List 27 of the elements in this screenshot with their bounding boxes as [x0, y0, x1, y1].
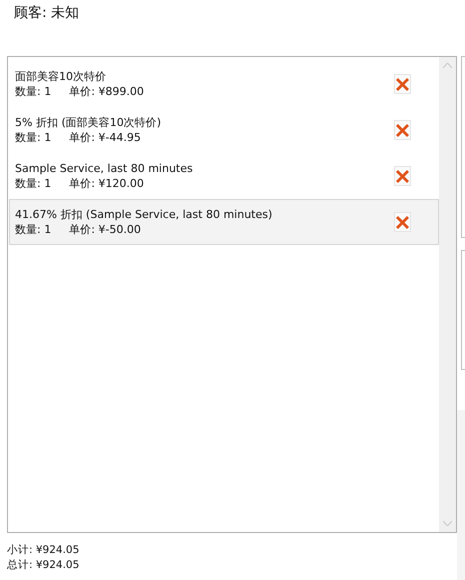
delete-button[interactable] — [394, 166, 411, 186]
delete-icon — [396, 78, 409, 90]
item-price: 单价: ¥120.00 — [69, 176, 144, 191]
item-quantity: 数量: 1 — [15, 176, 52, 191]
cart-item[interactable]: 5% 折扣 (面部美容10次特价) 数量: 1 单价: ¥-44.95 — [9, 107, 439, 153]
subtotal-label: 小计: ¥924.05 — [7, 543, 80, 558]
delete-icon — [396, 170, 409, 182]
delete-button[interactable] — [394, 74, 411, 94]
delete-button[interactable] — [394, 212, 411, 232]
item-quantity: 数量: 1 — [15, 84, 52, 99]
item-name: 面部美容10次特价 — [15, 69, 107, 84]
item-price: 单价: ¥899.00 — [69, 84, 144, 99]
cart-item[interactable]: 41.67% 折扣 (Sample Service, last 80 minutes) 数量: 1 单价: ¥-50.00 — [9, 199, 439, 245]
item-name: Sample Service, last 80 minutes — [15, 161, 193, 176]
item-quantity: 数量: 1 — [15, 130, 52, 145]
delete-icon — [396, 124, 409, 136]
item-name: 41.67% 折扣 (Sample Service, last 80 minutes) — [15, 207, 272, 222]
customer-label: 顾客: 未知 — [14, 5, 80, 21]
item-price: 单价: ¥-44.95 — [69, 130, 141, 145]
delete-button[interactable] — [394, 120, 411, 140]
item-quantity: 数量: 1 — [15, 222, 52, 237]
item-price: 单价: ¥-50.00 — [69, 222, 141, 237]
item-name: 5% 折扣 (面部美容10次特价) — [15, 115, 162, 130]
total-label: 总计: ¥924.05 — [7, 558, 80, 573]
cart-item[interactable]: Sample Service, last 80 minutes 数量: 1 单价: ¥120.00 — [9, 153, 439, 199]
cart-item[interactable]: 面部美容10次特价 数量: 1 单价: ¥899.00 — [9, 61, 439, 107]
delete-icon — [396, 216, 409, 228]
